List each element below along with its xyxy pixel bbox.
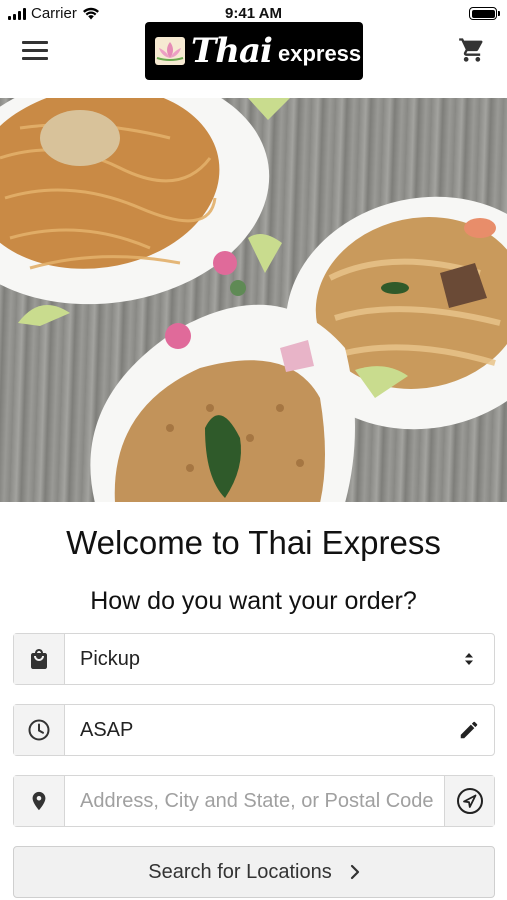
select-arrows-icon[interactable]: [444, 634, 494, 684]
address-field[interactable]: [13, 775, 495, 827]
search-locations-button[interactable]: Search for Locations: [13, 846, 495, 898]
battery-icon: [469, 7, 500, 20]
order-time-field[interactable]: ASAP: [13, 704, 495, 756]
address-input-area[interactable]: [65, 776, 444, 826]
clock-icon: [14, 705, 65, 755]
address-input[interactable]: [80, 789, 444, 813]
search-locations-label: Search for Locations: [148, 860, 332, 883]
shopping-bag-icon: [14, 634, 65, 684]
shopping-cart-icon[interactable]: [458, 36, 486, 64]
hero-food-image: [0, 98, 507, 502]
pencil-icon[interactable]: [444, 705, 494, 755]
logo-text-express: express: [277, 41, 362, 66]
order-type-select[interactable]: Pickup: [13, 633, 495, 685]
order-time-value-area[interactable]: ASAP: [65, 705, 444, 755]
app-header: Thai express: [0, 20, 507, 98]
thai-express-logo[interactable]: Thai express: [145, 22, 363, 80]
order-type-value: Pickup: [80, 647, 141, 670]
location-pin-icon: [14, 776, 65, 826]
hamburger-menu-icon[interactable]: [22, 38, 50, 62]
order-type-value-area[interactable]: Pickup: [65, 634, 444, 684]
chevron-right-icon: [350, 864, 359, 880]
lotus-icon: [155, 37, 185, 65]
logo-text-thai: Thai: [191, 31, 273, 71]
order-time-value: ASAP: [80, 718, 134, 741]
welcome-heading: Welcome to Thai Express: [66, 524, 441, 561]
navigation-arrow-icon[interactable]: [444, 776, 494, 826]
order-question-heading: How do you want your order?: [90, 587, 417, 615]
